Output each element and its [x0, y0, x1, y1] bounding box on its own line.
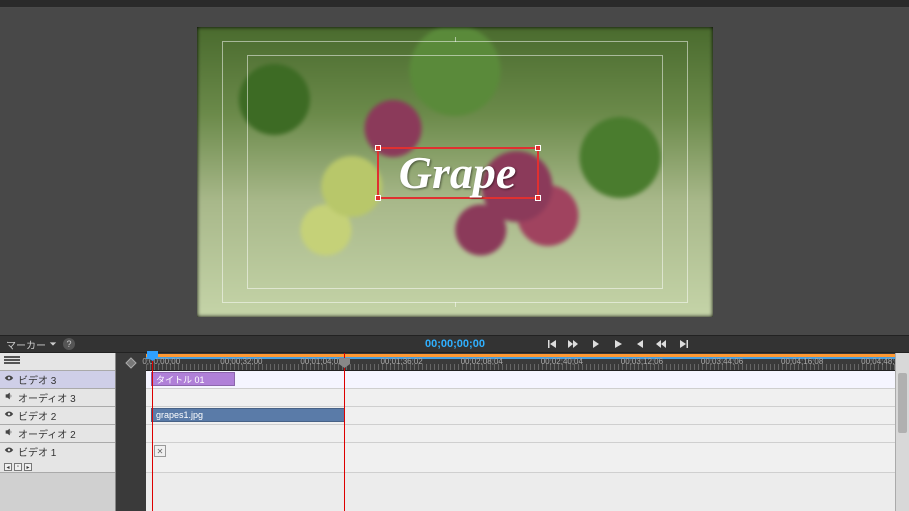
marker-dropdown[interactable]: マーカー	[6, 337, 57, 352]
timeline-header-tools	[0, 353, 115, 371]
speaker-icon[interactable]	[4, 427, 14, 440]
ruler-tick-label: 00;02;08;04	[461, 357, 503, 366]
track-header-video2[interactable]: ビデオ 2	[0, 407, 115, 425]
ruler-tick-label: 00;03;12;06	[621, 357, 663, 366]
preview-panel: Grape	[0, 8, 909, 335]
track-tool-buttons: ◂ ▫ ▸	[4, 463, 32, 471]
track-header-audio3[interactable]: オーディオ 3	[0, 389, 115, 407]
track-tool-3[interactable]: ▸	[24, 463, 32, 471]
next-edit-button[interactable]	[655, 337, 669, 351]
track-header-video3[interactable]: ビデオ 3	[0, 371, 115, 389]
ruler-tick-label: 00;04;16;08	[781, 357, 823, 366]
current-timecode[interactable]: 00;00;00;00	[425, 338, 485, 350]
timeline-panel: ビデオ 3 オーディオ 3 ビデオ 2 オーディオ 2 ビデオ 1 ◂ ▫ ▸	[0, 353, 909, 511]
resize-handle-tl[interactable]	[375, 145, 381, 151]
timeline-toolbar: マーカー ? 00;00;00;00	[0, 335, 909, 353]
add-keyframe-icon	[122, 356, 140, 370]
timeline-tracks-area[interactable]: 0;00;00;0000;00;32;0000;01;04;0200;01;36…	[146, 353, 909, 511]
step-back-button[interactable]	[589, 337, 603, 351]
track-lanes: タイトル 01 grapes1.jpg ✕	[146, 371, 909, 473]
lane-audio2[interactable]	[146, 425, 909, 443]
goto-end-button[interactable]	[677, 337, 691, 351]
preview-monitor[interactable]: Grape	[197, 27, 713, 317]
track-label: ビデオ 3	[18, 372, 56, 387]
visibility-icon[interactable]	[4, 373, 14, 386]
resize-handle-bl[interactable]	[375, 195, 381, 201]
vertical-scrollbar[interactable]	[895, 353, 909, 511]
speaker-icon[interactable]	[4, 391, 14, 404]
marker-label: マーカー	[6, 337, 46, 352]
playhead[interactable]	[152, 353, 153, 511]
play-button[interactable]	[611, 337, 625, 351]
delete-clip-icon[interactable]: ✕	[154, 445, 166, 457]
track-label: オーディオ 3	[18, 390, 76, 405]
prev-edit-button[interactable]	[567, 337, 581, 351]
chevron-down-icon	[49, 340, 57, 348]
title-edit-box[interactable]: Grape	[377, 147, 539, 199]
track-label: ビデオ 2	[18, 408, 56, 423]
ruler-tick-label: 00;03;44;06	[701, 357, 743, 366]
ruler-tick-label: 00;02;40;04	[541, 357, 583, 366]
goto-start-button[interactable]	[545, 337, 559, 351]
ruler-tick-label: 00;01;04;02	[300, 357, 342, 366]
help-button[interactable]: ?	[63, 338, 75, 350]
ruler-tick-label: 0;00;00;00	[142, 357, 180, 366]
snap-toggle-icon[interactable]	[4, 356, 20, 368]
track-label: オーディオ 2	[18, 426, 76, 441]
visibility-icon[interactable]	[4, 445, 14, 458]
track-header-column: ビデオ 3 オーディオ 3 ビデオ 2 オーディオ 2 ビデオ 1 ◂ ▫ ▸	[0, 353, 116, 511]
window-top-bar	[0, 0, 909, 8]
ruler-tick-label: 00;01;36;02	[380, 357, 422, 366]
edit-line[interactable]	[344, 353, 345, 511]
track-tool-2[interactable]: ▫	[14, 463, 22, 471]
track-label: ビデオ 1	[18, 444, 56, 459]
track-header-audio2[interactable]: オーディオ 2	[0, 425, 115, 443]
clip-title[interactable]: タイトル 01	[151, 372, 235, 386]
lane-video1[interactable]: ✕	[146, 443, 909, 473]
visibility-icon[interactable]	[4, 409, 14, 422]
transport-controls	[545, 337, 691, 351]
step-forward-button[interactable]	[633, 337, 647, 351]
ruler-tick-label: 00;00;32;00	[220, 357, 262, 366]
title-text[interactable]: Grape	[399, 146, 517, 199]
lane-video2[interactable]: grapes1.jpg	[146, 407, 909, 425]
resize-handle-tr[interactable]	[535, 145, 541, 151]
lane-audio3[interactable]	[146, 389, 909, 407]
track-header-video1[interactable]: ビデオ 1 ◂ ▫ ▸	[0, 443, 115, 473]
time-ruler[interactable]: 0;00;00;0000;00;32;0000;01;04;0200;01;36…	[146, 353, 909, 371]
clip-grapes[interactable]: grapes1.jpg	[151, 408, 345, 422]
track-tool-1[interactable]: ◂	[4, 463, 12, 471]
timeline-splitter[interactable]	[116, 353, 146, 511]
scrollbar-thumb[interactable]	[898, 373, 907, 433]
resize-handle-br[interactable]	[535, 195, 541, 201]
lane-video3[interactable]: タイトル 01	[146, 371, 909, 389]
